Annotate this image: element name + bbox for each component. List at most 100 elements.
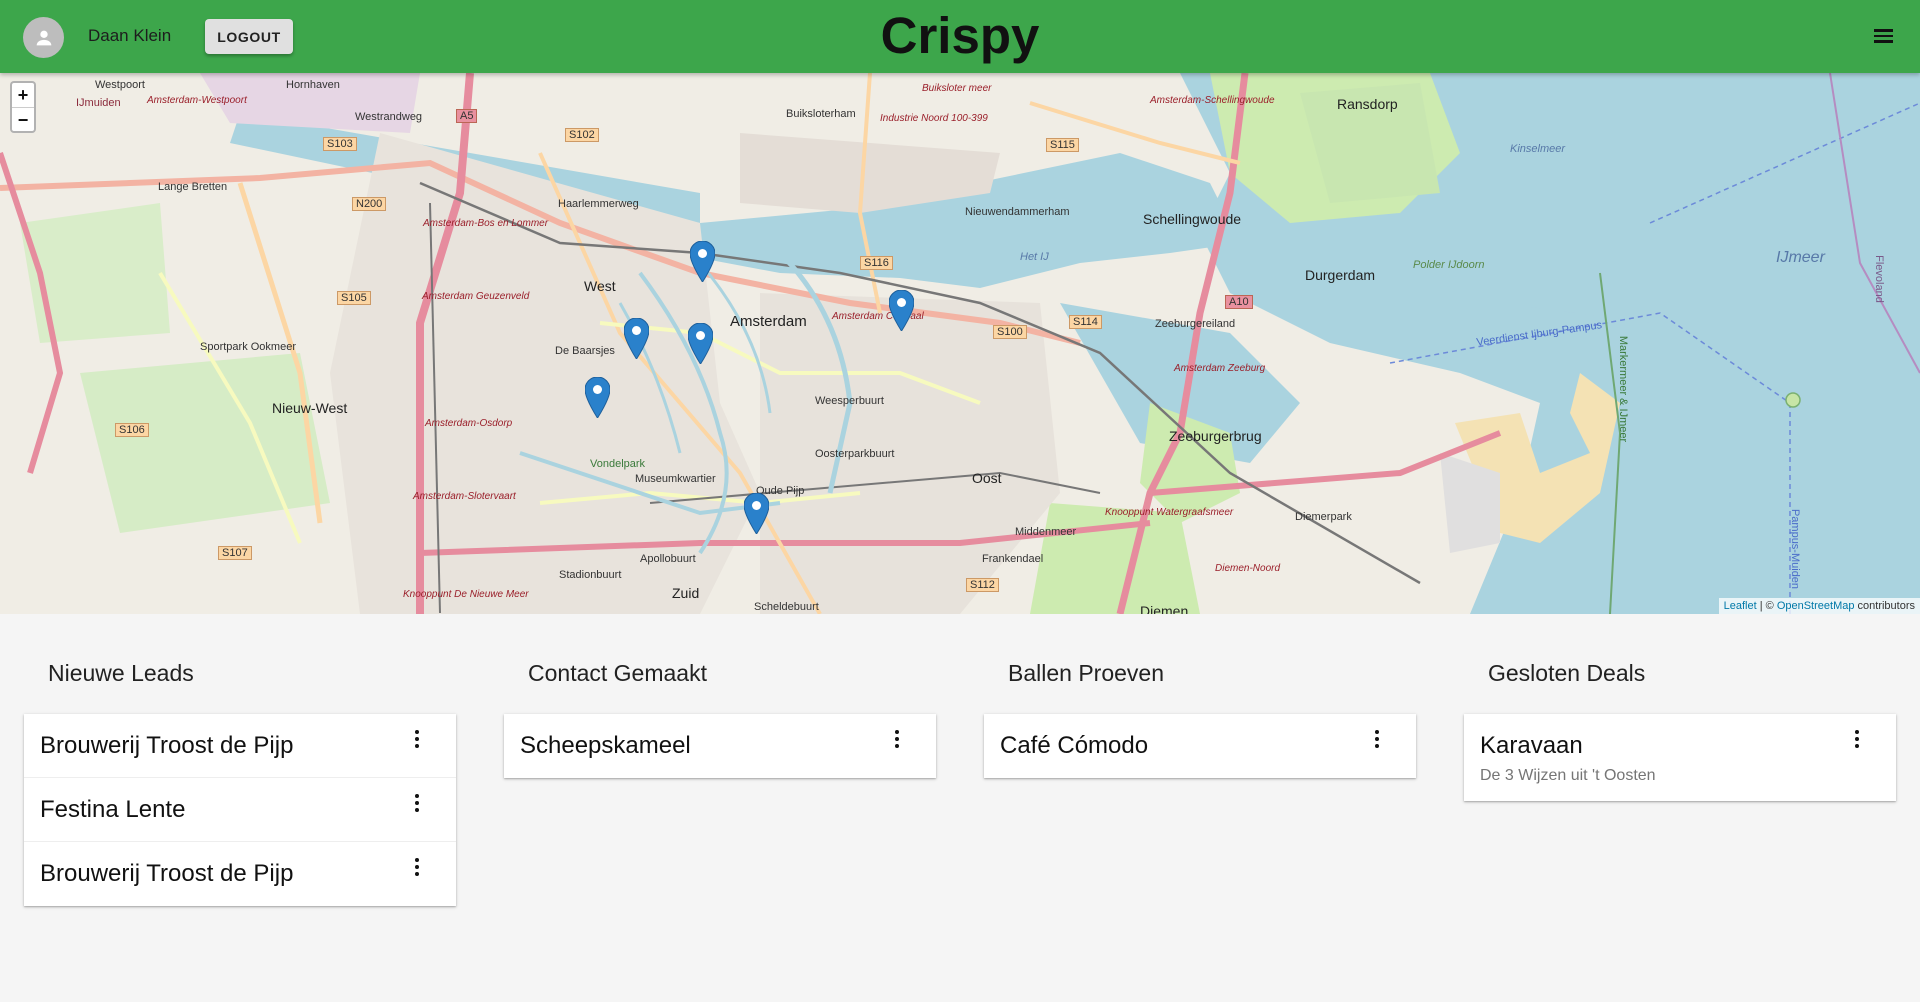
map-label: Westrandweg — [355, 111, 423, 123]
column-title: Gesloten Deals — [1488, 660, 1646, 686]
map-label: Amsterdam-Slotervaart — [413, 491, 516, 502]
road-shield: S103 — [323, 137, 357, 151]
column-nieuwe-leads: Nieuwe Leads Brouwerij Troost de Pijp Fe… — [24, 660, 456, 906]
more-vert-icon[interactable] — [412, 794, 422, 816]
lead-list: Brouwerij Troost de Pijp Festina Lente B… — [24, 714, 456, 906]
road-shield: S107 — [218, 546, 252, 560]
avatar[interactable] — [23, 17, 64, 58]
map-label: Durgerdam — [1305, 267, 1376, 283]
zoom-in-button[interactable]: + — [12, 83, 34, 107]
lead-title: Karavaan — [1480, 732, 1583, 759]
column-gesloten-deals: Gesloten Deals Karavaan De 3 Wijzen uit … — [1464, 660, 1896, 801]
lead-title: Café Cómodo — [1000, 732, 1149, 759]
map-label: Amsterdam — [730, 313, 807, 330]
zoom-out-button[interactable]: − — [12, 107, 34, 131]
map-label: Zeeburgereiland — [1155, 318, 1236, 330]
map-label: Kinselmeer — [1510, 143, 1566, 155]
logout-button[interactable]: LOGOUT — [205, 19, 293, 54]
map-label: Westpoort — [95, 79, 145, 91]
road-shield: S102 — [565, 128, 599, 142]
map-label: Polder IJdoorn — [1413, 259, 1485, 271]
more-vert-icon[interactable] — [1372, 730, 1382, 752]
map-label: De Baarsjes — [555, 345, 615, 357]
column-ballen-proeven: Ballen Proeven Café Cómodo — [984, 660, 1416, 778]
map-label: IJmuiden — [76, 97, 121, 109]
lead-title: Scheepskameel — [520, 732, 691, 759]
more-vert-icon[interactable] — [412, 730, 422, 752]
lead-title: Brouwerij Troost de Pijp — [40, 732, 294, 759]
menu-icon[interactable] — [1874, 26, 1896, 46]
map-label: Nieuwendammerham — [965, 206, 1070, 218]
map-label: Scheldebuurt — [754, 601, 819, 613]
map-label: Zeeburgerbrug — [1169, 428, 1262, 444]
road-shield: A5 — [456, 109, 478, 123]
map-label: Buiksloter meer — [922, 83, 992, 94]
lead-item[interactable]: Karavaan De 3 Wijzen uit 't Oosten — [1464, 714, 1896, 801]
map-label: Sportpark Ookmeer — [200, 341, 296, 353]
map-label: Ransdorp — [1337, 96, 1398, 112]
map-label: Amsterdam Geuzenveld — [422, 291, 530, 302]
map-label: Oost — [972, 470, 1002, 486]
map-marker-icon[interactable] — [688, 323, 713, 364]
map-label: Nieuw-West — [272, 400, 348, 416]
lead-list: Scheepskameel — [504, 714, 936, 778]
column-title: Nieuwe Leads — [48, 660, 194, 686]
map-label: Weesperbuurt — [815, 395, 884, 407]
osm-link[interactable]: OpenStreetMap — [1777, 600, 1855, 612]
column-contact-gemaakt: Contact Gemaakt Scheepskameel — [504, 660, 936, 778]
zoom-control: + − — [10, 81, 36, 133]
lead-item[interactable]: Brouwerij Troost de Pijp — [24, 714, 456, 778]
road-shield: S114 — [1069, 315, 1102, 329]
attribution-separator: | © — [1756, 600, 1777, 612]
map-marker-icon[interactable] — [889, 290, 914, 331]
road-shield: N200 — [352, 197, 387, 211]
map-label: Amsterdam-Schellingwoude — [1150, 95, 1275, 106]
map-label: Pampus-Muiden — [1789, 508, 1802, 590]
map-label: Apollobuurt — [640, 553, 696, 565]
road-shield: S100 — [993, 325, 1027, 339]
person-icon — [36, 30, 51, 45]
map-label: West — [584, 278, 616, 294]
map-label: Markermeer & IJmeer — [1617, 335, 1630, 443]
map-label: Schellingwoude — [1143, 211, 1242, 227]
map-marker-icon[interactable] — [624, 318, 649, 359]
map-label: Diemerpark — [1295, 511, 1352, 523]
map-label: Amsterdam-Westpoort — [147, 95, 247, 106]
more-vert-icon[interactable] — [892, 730, 902, 752]
map-label: Zuid — [672, 585, 700, 601]
map-label: IJmeer — [1776, 249, 1825, 266]
map-label: Hornhaven — [286, 79, 340, 91]
map-label: Buiksloterham — [786, 108, 856, 120]
user-name: Daan Klein — [88, 26, 172, 45]
leaflet-link[interactable]: Leaflet — [1724, 600, 1757, 612]
map-label: Amsterdam-Bos en Lommer — [423, 218, 549, 229]
map-label: Het IJ — [1020, 251, 1049, 263]
map-label: Flevoland — [1872, 255, 1885, 303]
more-vert-icon[interactable] — [1852, 730, 1862, 752]
map[interactable]: Westpoort Amsterdam-Westpoort IJmuiden W… — [0, 73, 1920, 614]
lead-list: Café Cómodo — [984, 714, 1416, 778]
road-shield: S106 — [115, 423, 149, 437]
map-label: Amsterdam Zeeburg — [1174, 363, 1266, 374]
map-marker-icon[interactable] — [585, 377, 610, 418]
app-bar: Daan Klein LOGOUT Crispy — [0, 0, 1920, 73]
map-marker-icon[interactable] — [744, 493, 769, 534]
attribution-suffix: contributors — [1854, 600, 1915, 612]
lead-item[interactable]: Scheepskameel — [504, 714, 936, 778]
lead-title: Brouwerij Troost de Pijp — [40, 860, 294, 887]
map-label: Knooppunt De Nieuwe Meer — [403, 589, 529, 600]
lead-title: Festina Lente — [40, 796, 186, 823]
road-shield: A10 — [1225, 295, 1253, 309]
more-vert-icon[interactable] — [412, 858, 422, 880]
map-label: Museumkwartier — [635, 473, 716, 485]
road-shield: S115 — [1046, 138, 1079, 152]
lead-list: Karavaan De 3 Wijzen uit 't Oosten — [1464, 714, 1896, 801]
map-label: Diemen-Noord — [1215, 563, 1281, 574]
lead-item[interactable]: Brouwerij Troost de Pijp — [24, 842, 456, 906]
road-shield: S116 — [860, 256, 893, 270]
lead-item[interactable]: Festina Lente — [24, 778, 456, 842]
map-marker-icon[interactable] — [690, 241, 715, 282]
lead-subtitle: De 3 Wijzen uit 't Oosten — [1480, 767, 1656, 784]
lead-item[interactable]: Café Cómodo — [984, 714, 1416, 778]
map-label: Knooppunt Watergraafsmeer — [1105, 507, 1234, 518]
